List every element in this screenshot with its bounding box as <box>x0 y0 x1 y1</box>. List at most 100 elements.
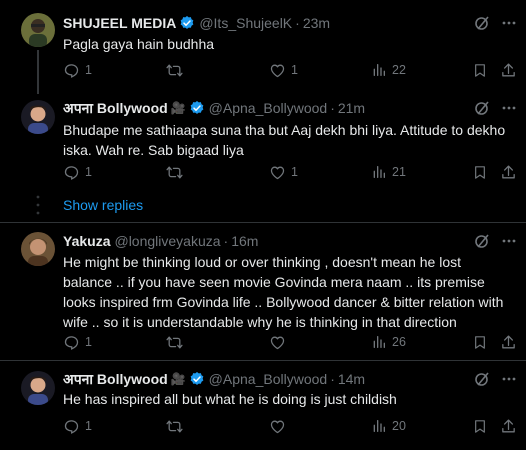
views-count: 22 <box>392 63 406 77</box>
views-count: 20 <box>392 419 406 433</box>
grok-icon[interactable] <box>473 232 491 250</box>
verified-badge-icon <box>189 371 205 387</box>
avatar[interactable] <box>21 371 55 405</box>
bookmark-button[interactable] <box>472 163 488 181</box>
like-button[interactable]: 1 <box>269 163 298 181</box>
handle[interactable]: @Apna_Bollywood <box>209 100 328 116</box>
avatar[interactable] <box>21 13 55 47</box>
repost-button[interactable] <box>165 417 189 435</box>
like-count: 1 <box>291 165 298 179</box>
show-replies-link[interactable]: Show replies <box>63 197 143 213</box>
like-button[interactable]: 1 <box>269 61 298 79</box>
separator: · <box>330 371 335 387</box>
display-name[interactable]: अपना Bollywood <box>63 370 168 389</box>
grok-icon[interactable] <box>473 370 491 388</box>
timestamp[interactable]: 16m <box>231 233 258 249</box>
separator: · <box>295 15 300 31</box>
thread-dots <box>33 194 43 221</box>
reply-count: 1 <box>85 419 92 433</box>
share-icon <box>502 418 515 432</box>
reply-text: Bhudape me sathiaapa suna tha but Aaj de… <box>63 122 506 158</box>
views-count: 21 <box>392 165 406 179</box>
heart-icon <box>270 64 285 77</box>
avatar[interactable] <box>21 100 55 134</box>
reply-count: 1 <box>85 335 92 349</box>
more-options-icon[interactable] <box>501 100 517 116</box>
views-count: 26 <box>392 335 406 349</box>
repost-button[interactable] <box>165 61 189 79</box>
reply-header: अपना Bollywood 🎥 @Apna_Bollywood · 21m <box>63 98 365 118</box>
more-options-icon[interactable] <box>501 15 517 31</box>
views-button[interactable]: 21 <box>371 163 406 181</box>
timestamp[interactable]: 14m <box>338 371 365 387</box>
verified-badge-icon <box>189 100 205 116</box>
handle[interactable]: @Its_ShujeelK <box>199 15 292 31</box>
display-name[interactable]: अपना Bollywood <box>63 99 168 118</box>
repost-icon <box>166 420 183 432</box>
like-button[interactable] <box>269 333 291 351</box>
reply-icon <box>64 165 79 180</box>
reply-button[interactable]: 1 <box>63 163 92 181</box>
share-icon <box>502 334 515 348</box>
reply-button[interactable]: 1 <box>63 417 92 435</box>
reply-icon <box>64 419 79 434</box>
views-icon <box>373 420 385 432</box>
thread-line <box>37 50 39 94</box>
action-bar: 1 26 <box>63 333 518 351</box>
divider <box>0 222 526 223</box>
share-button[interactable] <box>500 163 517 181</box>
handle[interactable]: @Apna_Bollywood <box>209 371 328 387</box>
timestamp[interactable]: 23m <box>303 15 330 31</box>
camera-emoji-icon: 🎥 <box>170 372 186 386</box>
reply-icon <box>64 63 79 78</box>
bookmark-icon <box>475 165 485 179</box>
bookmark-icon <box>475 63 485 77</box>
reply-header: SHUJEEL MEDIA @Its_ShujeelK · 23m <box>63 13 330 33</box>
share-button[interactable] <box>500 417 517 435</box>
reply-text: Pagla gaya hain budhha <box>63 36 215 52</box>
like-count: 1 <box>291 63 298 77</box>
heart-icon <box>270 420 285 433</box>
avatar[interactable] <box>21 232 55 266</box>
share-icon <box>502 62 515 76</box>
timestamp[interactable]: 21m <box>338 100 365 116</box>
bookmark-button[interactable] <box>472 333 488 351</box>
views-button[interactable]: 20 <box>371 417 406 435</box>
heart-icon <box>270 336 285 349</box>
bookmark-icon <box>475 335 485 349</box>
grok-icon[interactable] <box>473 99 491 117</box>
grok-icon[interactable] <box>473 14 491 32</box>
handle[interactable]: @longliveyakuza <box>114 233 220 249</box>
reply-header: Yakuza @longliveyakuza · 16m <box>63 231 258 251</box>
more-options-icon[interactable] <box>501 233 517 249</box>
views-button[interactable]: 26 <box>371 333 406 351</box>
reply-button[interactable]: 1 <box>63 61 92 79</box>
bookmark-button[interactable] <box>472 417 488 435</box>
like-button[interactable] <box>269 417 291 435</box>
more-options-icon[interactable] <box>501 371 517 387</box>
reply-icon <box>64 335 79 350</box>
views-icon <box>373 336 385 348</box>
reply-header: अपना Bollywood 🎥 @Apna_Bollywood · 14m <box>63 369 365 389</box>
camera-emoji-icon: 🎥 <box>170 101 186 115</box>
repost-button[interactable] <box>165 163 189 181</box>
views-button[interactable]: 22 <box>371 61 406 79</box>
bookmark-button[interactable] <box>472 61 488 79</box>
share-button[interactable] <box>500 61 517 79</box>
reply-count: 1 <box>85 63 92 77</box>
repost-button[interactable] <box>165 333 189 351</box>
display-name[interactable]: Yakuza <box>63 233 110 249</box>
reply-count: 1 <box>85 165 92 179</box>
reply-text: He might be thinking loud or over thinki… <box>63 254 504 330</box>
views-icon <box>373 64 385 76</box>
reply-button[interactable]: 1 <box>63 333 92 351</box>
action-bar: 1 1 21 <box>63 163 518 181</box>
heart-icon <box>270 166 285 179</box>
verified-badge-icon <box>179 15 195 31</box>
display-name[interactable]: SHUJEEL MEDIA <box>63 15 176 31</box>
share-button[interactable] <box>500 333 517 351</box>
separator: · <box>223 233 229 249</box>
repost-icon <box>166 336 183 348</box>
divider <box>0 360 526 361</box>
action-bar: 1 1 22 <box>63 61 518 79</box>
